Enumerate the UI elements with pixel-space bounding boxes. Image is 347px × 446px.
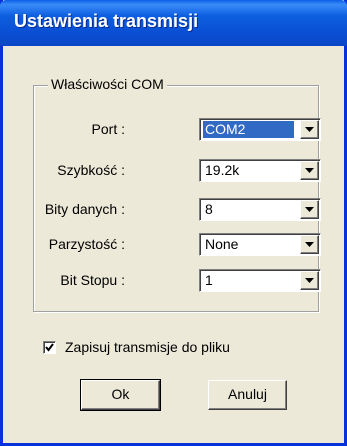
com-properties-group: Właściwości COM Port : COM2 Szybkość : 1… [33,76,321,312]
stop-bit-select[interactable]: 1 [199,269,321,292]
data-bits-select[interactable]: 8 [199,198,321,221]
data-bits-label: Bity danych : [44,201,125,217]
speed-value: 19.2k [205,162,240,178]
speed-label: Szybkość : [57,162,125,178]
checkmark-icon [45,343,54,352]
chevron-down-icon[interactable] [300,200,319,219]
port-select[interactable]: COM2 [199,118,321,141]
dialog-window: Ustawienia transmisji Właściwości COM Po… [0,0,347,446]
title-bar[interactable]: Ustawienia transmisji [0,0,347,46]
parity-label: Parzystość : [48,236,125,252]
parity-value: None [205,236,239,252]
group-legend: Właściwości COM [48,76,167,92]
window-title: Ustawienia transmisji [14,11,199,31]
parity-select[interactable]: None [199,233,321,256]
save-to-file-label[interactable]: Zapisuj transmisje do pliku [65,339,230,355]
chevron-down-icon[interactable] [300,235,319,254]
chevron-down-icon[interactable] [300,161,319,180]
stop-bit-label: Bit Stopu : [60,272,125,288]
chevron-down-icon[interactable] [300,120,319,139]
speed-select[interactable]: 19.2k [199,159,321,182]
ok-button[interactable]: Ok [80,379,161,411]
cancel-button[interactable]: Anuluj [208,380,287,410]
chevron-down-icon[interactable] [300,271,319,290]
stop-bit-value: 1 [205,272,213,288]
save-to-file-checkbox[interactable] [43,341,56,354]
port-label: Port : [91,121,125,137]
port-value: COM2 [203,121,294,138]
data-bits-value: 8 [205,201,213,217]
